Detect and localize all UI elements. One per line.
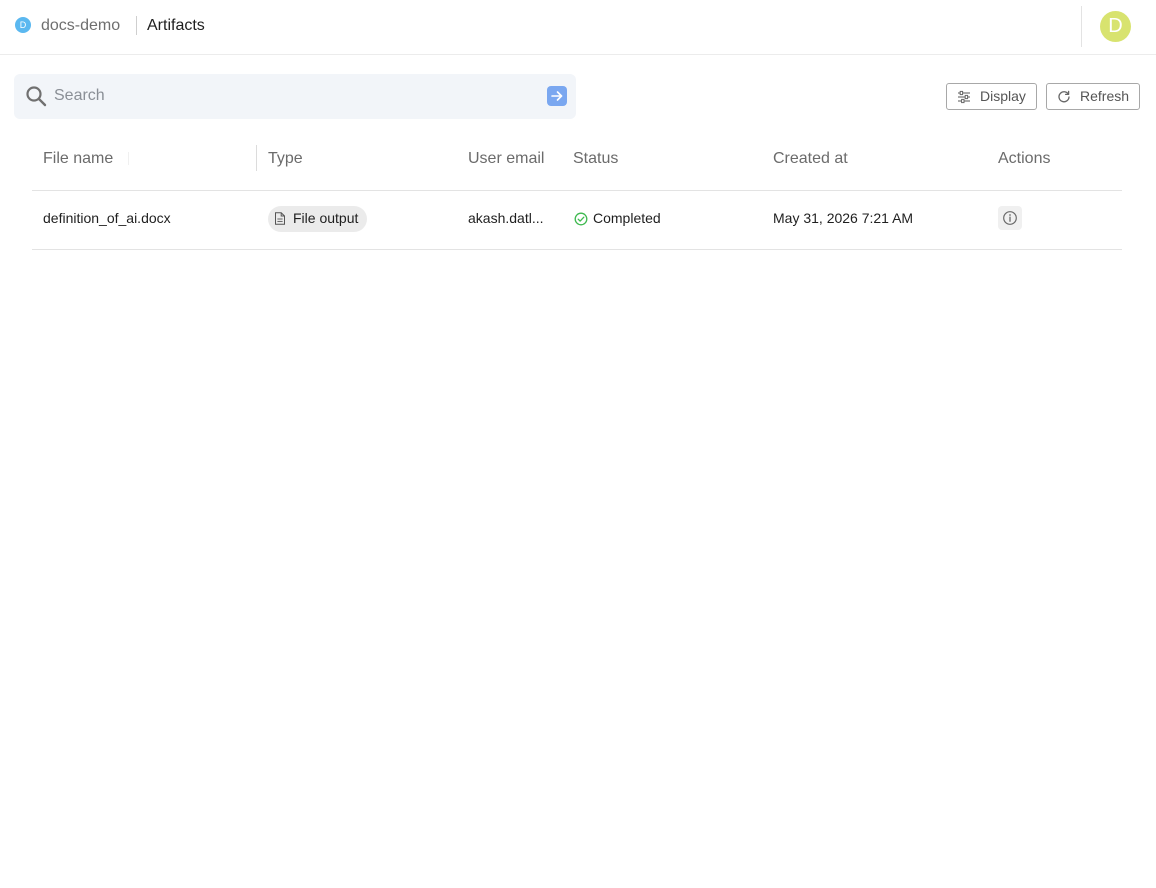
refresh-icon [1058, 90, 1070, 103]
display-button-label: Display [980, 88, 1026, 104]
check-circle-icon [574, 212, 588, 226]
search-submit-button[interactable] [547, 86, 567, 106]
arrow-right-icon [551, 91, 563, 101]
info-button[interactable] [998, 206, 1022, 230]
sliders-icon [958, 90, 970, 104]
column-resizer[interactable] [256, 145, 257, 171]
type-badge-label: File output [293, 210, 359, 226]
column-header-actions: Actions [998, 150, 1051, 167]
breadcrumb-project[interactable]: docs-demo [41, 16, 120, 36]
display-button[interactable]: Display [946, 83, 1037, 110]
avatar[interactable]: D [1100, 11, 1131, 42]
cell-created-at: May 31, 2026 7:21 AM [773, 210, 914, 226]
cell-user-email: akash.datl... [468, 210, 544, 226]
refresh-button-label: Refresh [1080, 88, 1130, 104]
refresh-button[interactable]: Refresh [1046, 83, 1140, 110]
table-header-divider [32, 190, 1122, 191]
column-header-file-name[interactable]: File name [43, 149, 113, 169]
cell-file-name[interactable]: definition_of_ai.docx [43, 210, 171, 227]
search-icon [26, 86, 47, 107]
file-icon [275, 212, 285, 225]
cell-status: Completed [593, 210, 661, 226]
column-header-user-email[interactable]: User email [468, 149, 544, 169]
breadcrumb-separator [136, 16, 137, 35]
column-header-created-at[interactable]: Created at [773, 149, 848, 169]
header-divider [1081, 6, 1082, 47]
info-icon [1003, 211, 1017, 225]
project-dot-icon[interactable]: D [15, 17, 31, 33]
column-header-status[interactable]: Status [573, 149, 618, 169]
table-row-divider [32, 249, 1122, 250]
column-header-type[interactable]: Type [268, 149, 303, 169]
search-input[interactable] [54, 84, 534, 108]
artifacts-page: D docs-demo Artifacts D Display [0, 0, 1156, 888]
column-resizer[interactable] [128, 152, 129, 165]
page-title: Artifacts [147, 17, 205, 34]
type-badge: File output [268, 206, 368, 232]
top-header: D docs-demo Artifacts D [0, 0, 1156, 55]
